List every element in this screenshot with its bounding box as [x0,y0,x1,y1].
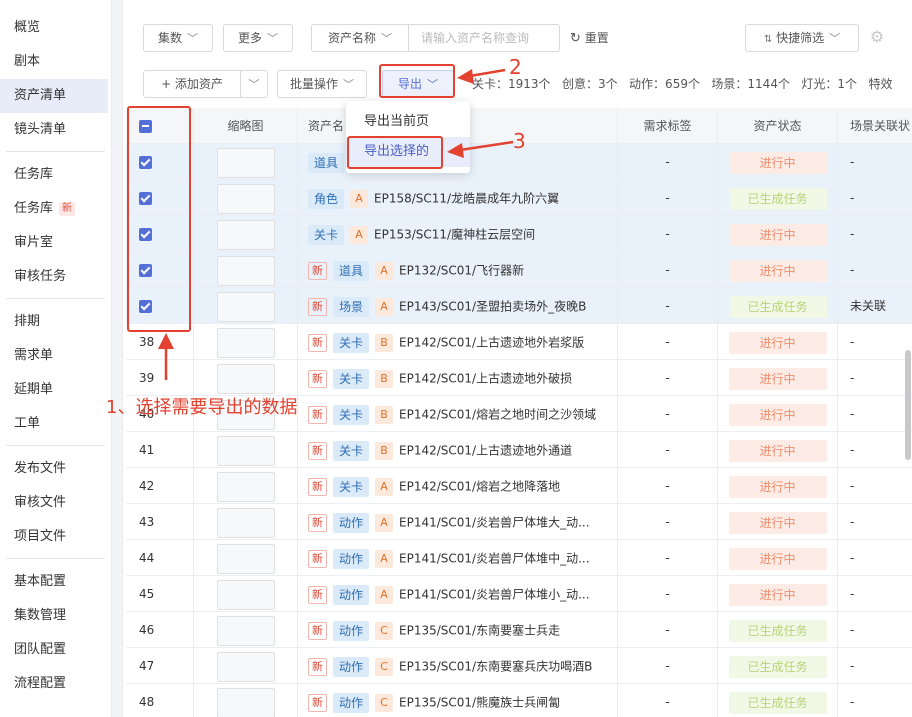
annotation-arrows [158,68,514,380]
annotation-step-1: 1、选择需要导出的数据 [106,397,298,418]
arrow-step2 [469,68,506,78]
annotation-step-2: 2 [509,55,522,79]
arrow-step3-head [447,143,464,158]
arrow-step2-head [457,69,474,84]
arrow-step1-head [158,333,174,349]
annotation-step-3: 3 [513,129,526,153]
arrow-step3 [459,140,514,152]
